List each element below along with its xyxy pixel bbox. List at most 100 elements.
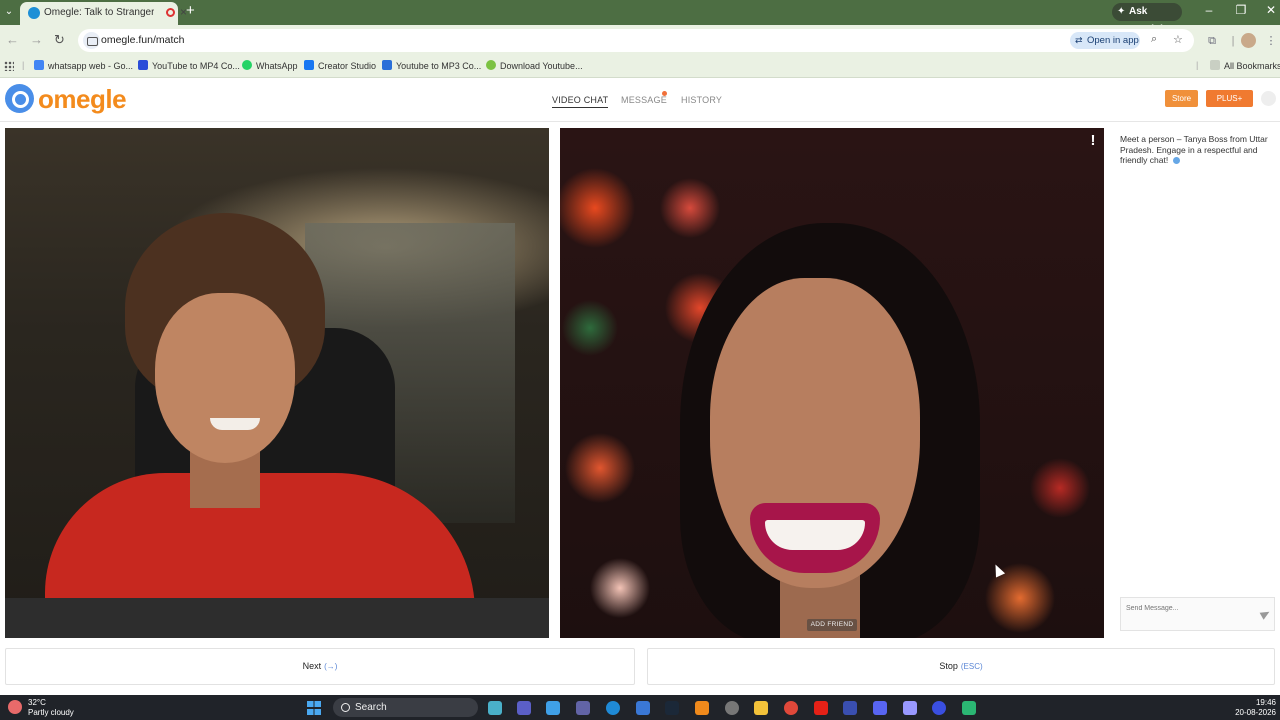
steam-icon[interactable] bbox=[665, 701, 679, 715]
store-app-icon[interactable] bbox=[636, 701, 650, 715]
user-avatar[interactable] bbox=[1261, 91, 1276, 106]
file-explorer-icon[interactable] bbox=[754, 701, 768, 715]
weather-widget[interactable]: 32°C Partly cloudy bbox=[28, 698, 74, 718]
app-icon[interactable] bbox=[725, 701, 739, 715]
chat-input-box[interactable] bbox=[1120, 597, 1275, 631]
youtube-icon[interactable] bbox=[814, 701, 828, 715]
bookmark-label: Download Youtube... bbox=[500, 61, 583, 71]
ask-gemini-button[interactable]: ✦ Ask Gemini bbox=[1112, 3, 1182, 35]
system-clock[interactable]: 19:46 20-08-2026 bbox=[1232, 698, 1276, 718]
bookmark-label: WhatsApp bbox=[256, 61, 298, 71]
browser-tab[interactable]: Omegle: Talk to Strangers! × bbox=[20, 2, 187, 25]
taskbar-search[interactable]: Search bbox=[333, 698, 478, 717]
report-button[interactable]: ! bbox=[1089, 133, 1097, 149]
bookmark-item[interactable]: YouTube to MP4 Co... bbox=[138, 60, 240, 74]
remote-video-feed bbox=[560, 128, 1104, 638]
forward-arrow-icon[interactable]: → bbox=[30, 32, 43, 47]
weather-condition: Partly cloudy bbox=[28, 708, 74, 717]
stop-shortcut-hint: (ESC) bbox=[960, 662, 983, 671]
apps-grid-icon[interactable] bbox=[4, 61, 14, 71]
google-icon bbox=[34, 60, 44, 70]
tab-search-icon[interactable]: ⌄ bbox=[2, 4, 16, 20]
copilot-icon[interactable] bbox=[546, 701, 560, 715]
widgets-icon[interactable] bbox=[488, 701, 502, 715]
message-notification-dot bbox=[662, 91, 667, 96]
obs-icon[interactable] bbox=[932, 701, 946, 715]
premiere-pro-icon[interactable] bbox=[903, 701, 917, 715]
next-button[interactable]: Next (→) bbox=[5, 648, 635, 685]
new-tab-button[interactable]: + bbox=[186, 2, 195, 19]
nav-message[interactable]: MESSAGE bbox=[621, 95, 667, 105]
meta-icon bbox=[304, 60, 314, 70]
app-icon[interactable] bbox=[962, 701, 976, 715]
chrome-icon[interactable] bbox=[784, 701, 798, 715]
browser-toolbar: ← → ↻ omegle.fun/match Open in app ⌕ ☆ ⧉… bbox=[0, 25, 1280, 56]
bookmark-item[interactable]: Download Youtube... bbox=[486, 60, 583, 74]
bookmark-item[interactable]: Creator Studio bbox=[304, 60, 376, 74]
close-window-icon[interactable]: ✕ bbox=[1260, 3, 1280, 17]
bookmark-star-icon[interactable]: ☆ bbox=[1173, 33, 1183, 46]
nav-video-chat[interactable]: VIDEO CHAT bbox=[552, 95, 609, 108]
teams-icon[interactable] bbox=[576, 701, 590, 715]
chat-panel: Meet a person – Tanya Boss from Uttar Pr… bbox=[1110, 128, 1280, 638]
stop-button[interactable]: Stop (ESC) bbox=[647, 648, 1275, 685]
recording-indicator-icon bbox=[166, 8, 175, 17]
browser-tab-bar: ⌄ Omegle: Talk to Strangers! × + ✦ Ask G… bbox=[0, 0, 1280, 35]
zoom-search-icon[interactable]: ⌕ bbox=[1151, 33, 1157, 46]
weather-icon[interactable] bbox=[8, 700, 22, 714]
next-label: Next bbox=[302, 661, 322, 671]
whatsapp-icon bbox=[242, 60, 252, 70]
bookmark-item[interactable]: Youtube to MP3 Co... bbox=[382, 60, 481, 74]
plus-button[interactable]: PLUS+ bbox=[1206, 90, 1253, 107]
message-input[interactable] bbox=[1126, 602, 1246, 614]
local-video-feed bbox=[5, 128, 549, 638]
meet-icon[interactable] bbox=[517, 701, 531, 715]
smile bbox=[210, 418, 260, 430]
bookmark-label: Youtube to MP3 Co... bbox=[396, 61, 482, 71]
premiere-icon[interactable] bbox=[843, 701, 857, 715]
gemini-star-icon: ✦ bbox=[1117, 6, 1126, 17]
discord-icon[interactable] bbox=[873, 701, 887, 715]
toolbar-divider: | bbox=[1231, 35, 1235, 47]
open-in-app-button[interactable]: Open in app bbox=[1070, 32, 1140, 49]
reload-icon[interactable]: ↻ bbox=[54, 32, 65, 48]
smile bbox=[765, 520, 865, 550]
nav-history[interactable]: HISTORY bbox=[681, 95, 722, 105]
bookmark-label: YouTube to MP4 Co... bbox=[152, 61, 240, 71]
chat-intro-message: Meet a person – Tanya Boss from Uttar Pr… bbox=[1120, 134, 1270, 166]
desk bbox=[5, 598, 549, 638]
site-header: omegle VIDEO CHAT MESSAGE HISTORY Store … bbox=[0, 78, 1280, 122]
converter-icon bbox=[382, 60, 392, 70]
add-friend-button[interactable]: ADD FRIEND bbox=[807, 619, 857, 631]
bookmark-item[interactable]: whatsapp web - Go... bbox=[34, 60, 133, 74]
minimize-icon[interactable]: – bbox=[1198, 3, 1220, 17]
maximize-icon[interactable]: ❐ bbox=[1230, 3, 1252, 17]
clock-date: 20-08-2026 bbox=[1235, 708, 1276, 717]
temperature: 32°C bbox=[28, 698, 46, 707]
bookmark-divider: | bbox=[1196, 60, 1199, 70]
browser-menu-icon[interactable]: ⋮ bbox=[1264, 34, 1278, 48]
windows-start-icon[interactable] bbox=[307, 701, 321, 715]
address-bar[interactable]: omegle.fun/match Open in app ⌕ ☆ bbox=[78, 29, 1194, 52]
vlc-icon[interactable] bbox=[695, 701, 709, 715]
tab-title: Omegle: Talk to Strangers! bbox=[44, 7, 154, 18]
globe-emoji-icon bbox=[1172, 157, 1180, 164]
profile-avatar[interactable] bbox=[1241, 33, 1256, 48]
next-shortcut-hint: (→) bbox=[324, 662, 338, 671]
site-logo[interactable]: omegle bbox=[38, 84, 127, 115]
bookmark-item[interactable]: WhatsApp bbox=[242, 60, 298, 74]
stop-label: Stop bbox=[939, 661, 958, 671]
converter-icon bbox=[138, 60, 148, 70]
face bbox=[155, 293, 295, 463]
extensions-icon[interactable]: ⧉ bbox=[1205, 34, 1219, 48]
all-bookmarks-button[interactable]: All Bookmarks bbox=[1210, 60, 1280, 74]
clock-time: 19:46 bbox=[1255, 698, 1276, 707]
edge-icon[interactable] bbox=[606, 701, 620, 715]
folder-icon bbox=[1210, 60, 1220, 70]
site-info-icon[interactable] bbox=[83, 32, 100, 49]
back-arrow-icon[interactable]: ← bbox=[6, 32, 19, 47]
omegle-logo-icon[interactable] bbox=[5, 84, 34, 113]
store-button[interactable]: Store bbox=[1165, 90, 1198, 107]
bookmark-label: whatsapp web - Go... bbox=[48, 61, 134, 71]
send-icon[interactable] bbox=[1259, 608, 1272, 620]
